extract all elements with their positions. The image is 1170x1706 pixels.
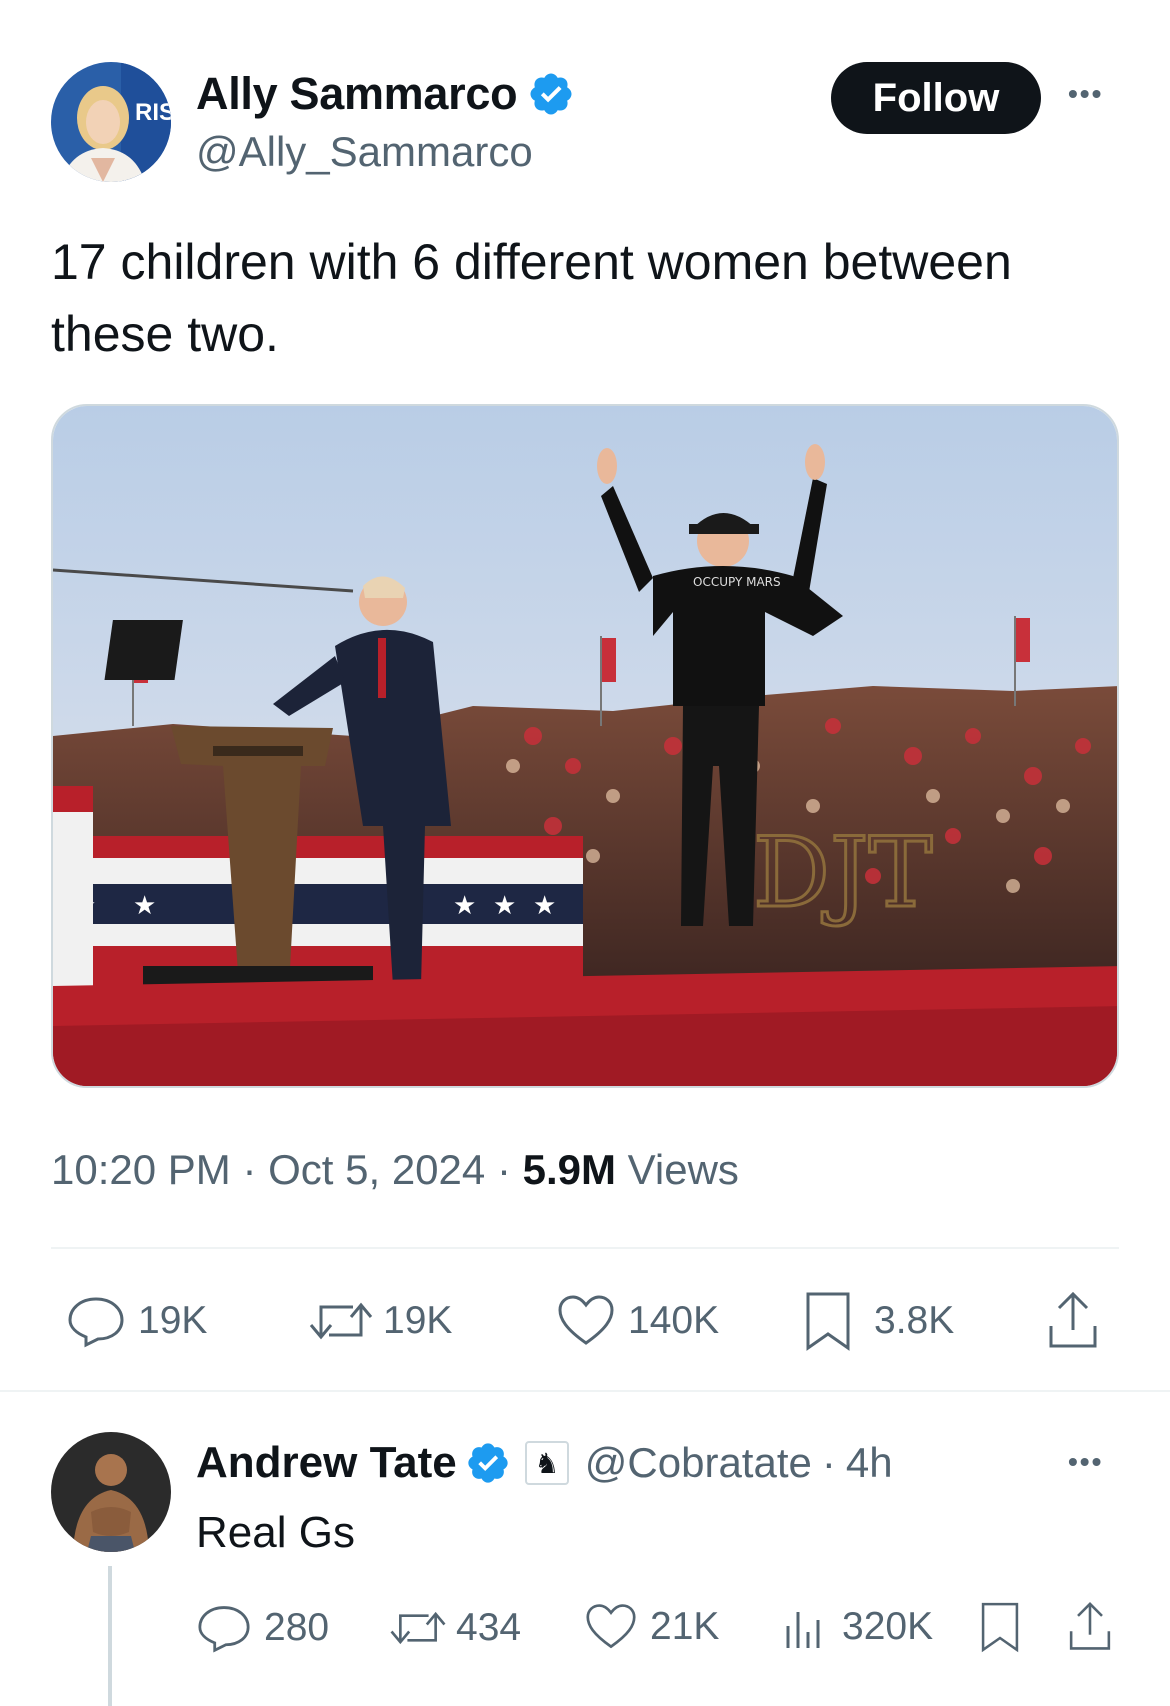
share-icon (1049, 1291, 1097, 1348)
author-name[interactable]: Ally Sammarco (196, 68, 518, 120)
reply-author-handle[interactable]: @Cobratate (585, 1439, 812, 1487)
reply-age[interactable]: 4h (846, 1439, 893, 1487)
svg-text:★: ★ (533, 891, 556, 921)
tweet-date[interactable]: Oct 5, 2024 (268, 1146, 485, 1193)
share-icon (1069, 1602, 1111, 1650)
reply-repost-button[interactable]: 434 (388, 1602, 521, 1654)
reply-reply-button[interactable]: 280 (196, 1602, 329, 1654)
bookmark-count: 3.8K (874, 1299, 955, 1342)
tweet-text: 17 children with 6 different women betwe… (51, 234, 1012, 362)
meta-separator: · (242, 1146, 257, 1193)
verified-badge-icon (465, 1440, 511, 1486)
svg-text:★: ★ (493, 891, 516, 921)
repost-icon (309, 1302, 373, 1340)
reply-count: 19K (138, 1299, 208, 1342)
verified-badge-icon (527, 70, 575, 118)
reply-more-options-icon[interactable]: ••• (1068, 1446, 1103, 1478)
svg-text:★: ★ (133, 891, 156, 921)
reply-author-avatar[interactable] (51, 1432, 171, 1552)
reply-like-count: 21K (650, 1605, 720, 1648)
views-icon (786, 1612, 820, 1648)
bookmark-icon (806, 1292, 850, 1351)
tweet-meta: 10:20 PM · Oct 5, 2024 · 5.9M Views (51, 1146, 739, 1194)
reply-button[interactable]: 19K (66, 1293, 207, 1349)
reply-text: Real Gs (196, 1508, 355, 1557)
follow-button[interactable]: Follow (831, 62, 1041, 134)
share-button[interactable] (1045, 1290, 1101, 1352)
like-button[interactable]: 140K (556, 1293, 719, 1349)
bookmark-icon (981, 1602, 1019, 1653)
repost-count: 19K (383, 1299, 453, 1342)
views-label: Views (627, 1146, 739, 1193)
views-count: 5.9M (522, 1146, 616, 1193)
reply-icon (68, 1297, 124, 1348)
reply-repost-count: 434 (456, 1606, 522, 1649)
tweet-time[interactable]: 10:20 PM (51, 1146, 231, 1193)
djt-sign: DJT (753, 817, 932, 929)
like-count: 140K (628, 1299, 720, 1342)
thread-line (108, 1566, 112, 1706)
reply-reply-count: 280 (264, 1606, 330, 1649)
meta-separator: · (821, 1439, 836, 1486)
divider (0, 1390, 1170, 1392)
reply-bookmark-button[interactable] (978, 1600, 1022, 1654)
reply-author-name[interactable]: Andrew Tate (196, 1438, 457, 1488)
heart-icon (586, 1604, 636, 1649)
reply-icon (198, 1606, 250, 1653)
repost-button[interactable]: 19K (307, 1293, 452, 1349)
divider (51, 1247, 1119, 1249)
bookmark-button[interactable]: 3.8K (802, 1290, 954, 1352)
more-options-icon[interactable]: ••• (1068, 78, 1103, 110)
meta-separator: · (496, 1146, 511, 1193)
author-avatar[interactable]: RIS (51, 62, 171, 182)
reply-like-button[interactable]: 21K (584, 1602, 719, 1652)
heart-icon (558, 1295, 614, 1345)
repost-icon (390, 1611, 446, 1645)
svg-text:★: ★ (453, 891, 476, 921)
avatar-sign-text: RIS (135, 99, 171, 126)
reply-views-count: 320K (842, 1605, 934, 1648)
reply-views-button[interactable]: 320K (782, 1602, 933, 1652)
reply-share-button[interactable] (1066, 1600, 1114, 1654)
affiliation-badge-icon[interactable]: ♞ (524, 1441, 569, 1485)
shirt-text: OCCUPY MARS (693, 575, 781, 589)
tweet-image[interactable]: ★★★ ★★★ OCCUPY MARS DJT (51, 404, 1119, 1088)
author-handle[interactable]: @Ally_Sammarco (196, 128, 533, 176)
